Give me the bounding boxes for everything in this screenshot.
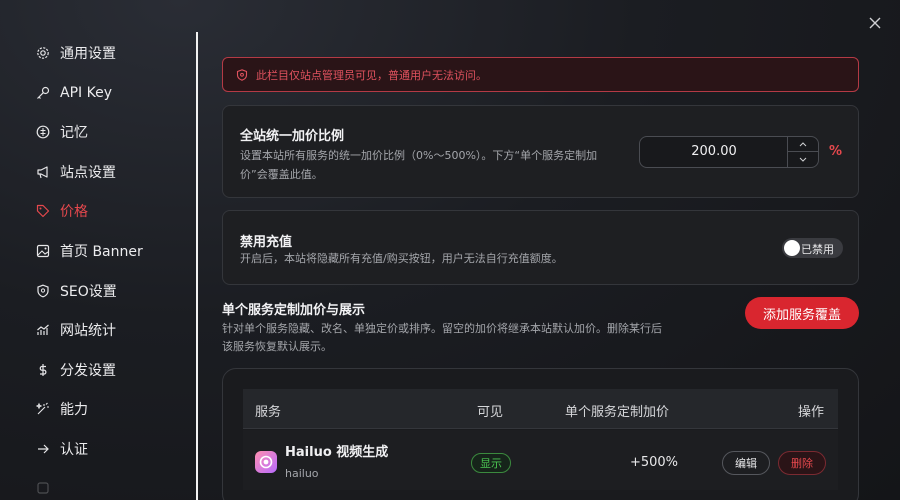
sidebar-item-pricing[interactable]: 价格 bbox=[36, 199, 88, 223]
service-name: Hailuo 视频生成 bbox=[285, 445, 389, 460]
overrides-table: 服务 可见 单个服务定制加价 操作 Hailuo 视频生成 hailuo 显示 … bbox=[222, 368, 859, 500]
markup-stepper[interactable] bbox=[787, 137, 818, 167]
global-markup-desc: 设置本站所有服务的统一加价比例（0%～500%）。下方“单个服务定制加价”会覆盖… bbox=[240, 149, 598, 181]
sidebar-item-stats[interactable]: 网站统计 bbox=[36, 318, 116, 342]
overrides-title: 单个服务定制加价与展示 bbox=[222, 303, 366, 318]
column-header-actions: 操作 bbox=[798, 405, 825, 420]
service-markup: +500% bbox=[629, 455, 678, 470]
image-icon bbox=[36, 244, 50, 258]
sidebar-item-label: 能力 bbox=[60, 402, 88, 418]
edit-button[interactable]: 编辑 bbox=[722, 451, 770, 475]
global-markup-input[interactable]: 200.00 bbox=[639, 136, 819, 168]
column-header-service: 服务 bbox=[255, 405, 282, 420]
toggle-knob bbox=[784, 240, 800, 256]
alert-text: 此栏目仅站点管理员可见，普通用户无法访问。 bbox=[256, 68, 487, 82]
sidebar-item-more[interactable] bbox=[36, 476, 60, 500]
arrow-right-icon bbox=[36, 442, 50, 456]
sidebar-item-label: 分发设置 bbox=[60, 363, 116, 379]
pricing-panel: 此栏目仅站点管理员可见，普通用户无法访问。 全站统一加价比例 设置本站所有服务的… bbox=[222, 0, 860, 500]
key-icon bbox=[36, 86, 50, 100]
delete-button[interactable]: 删除 bbox=[778, 451, 826, 475]
stepper-down-icon[interactable] bbox=[788, 152, 818, 167]
sidebar-item-label: 首页 Banner bbox=[60, 244, 143, 260]
admin-only-alert: 此栏目仅站点管理员可见，普通用户无法访问。 bbox=[222, 57, 859, 92]
disable-recharge-desc: 开启后，本站将隐藏所有充值/购买按钮，用户无法自行充值额度。 bbox=[240, 252, 563, 265]
percent-unit: % bbox=[829, 144, 843, 159]
more-icon bbox=[36, 481, 50, 495]
service-id: hailuo bbox=[285, 467, 319, 480]
sidebar-item-label: 价格 bbox=[60, 204, 88, 220]
global-markup-value[interactable]: 200.00 bbox=[640, 137, 788, 167]
shield-warning-icon bbox=[236, 68, 248, 81]
sidebar-item-label: API Key bbox=[60, 85, 112, 101]
hailuo-logo-icon bbox=[255, 451, 277, 473]
sidebar-item-label: 通用设置 bbox=[60, 46, 116, 62]
global-markup-title: 全站统一加价比例 bbox=[240, 129, 345, 144]
sidebar-item-memory[interactable]: 记忆 bbox=[36, 120, 88, 144]
sidebar-item-label: 网站统计 bbox=[60, 323, 116, 339]
close-icon[interactable] bbox=[864, 12, 886, 34]
add-override-button[interactable]: 添加服务覆盖 bbox=[745, 297, 859, 329]
chart-icon bbox=[36, 323, 50, 337]
column-header-visible: 可见 bbox=[477, 405, 504, 420]
sidebar-item-banner[interactable]: 首页 Banner bbox=[36, 239, 143, 263]
sidebar-item-label: 记忆 bbox=[60, 125, 88, 141]
disable-recharge-title: 禁用充值 bbox=[240, 235, 293, 250]
toggle-label: 已禁用 bbox=[801, 243, 834, 256]
table-row: Hailuo 视频生成 hailuo 显示 +500% 编辑 删除 bbox=[243, 430, 838, 490]
sidebar-item-label: 认证 bbox=[60, 442, 88, 458]
gear-icon bbox=[36, 46, 50, 60]
sidebar-item-seo[interactable]: SEO设置 bbox=[36, 279, 117, 303]
sidebar-item-distribution[interactable]: 分发设置 bbox=[36, 358, 116, 382]
memory-icon bbox=[36, 125, 50, 139]
table-header: 服务 可见 单个服务定制加价 操作 bbox=[243, 389, 838, 429]
settings-sidebar: 通用设置 API Key 记忆 站点设置 价格 首页 Banner SEO设置 … bbox=[0, 32, 198, 500]
tag-icon bbox=[36, 204, 50, 218]
sidebar-item-site-settings[interactable]: 站点设置 bbox=[36, 160, 116, 184]
global-markup-card: 全站统一加价比例 设置本站所有服务的统一加价比例（0%～500%）。下方“单个服… bbox=[222, 105, 859, 198]
stepper-up-icon[interactable] bbox=[788, 137, 818, 152]
sidebar-item-general[interactable]: 通用设置 bbox=[36, 41, 116, 65]
visible-badge: 显示 bbox=[471, 453, 511, 473]
column-header-markup: 单个服务定制加价 bbox=[565, 405, 670, 420]
shield-icon bbox=[36, 284, 50, 298]
sidebar-item-abilities[interactable]: 能力 bbox=[36, 397, 88, 421]
sidebar-item-api-key[interactable]: API Key bbox=[36, 81, 112, 105]
dollar-icon bbox=[36, 363, 50, 377]
disable-recharge-toggle[interactable]: 已禁用 bbox=[782, 238, 843, 258]
sidebar-item-label: SEO设置 bbox=[60, 284, 117, 300]
overrides-desc: 针对单个服务隐藏、改名、单独定价或排序。留空的加价将继承本站默认加价。删除某行后… bbox=[222, 322, 662, 353]
sidebar-item-label: 站点设置 bbox=[60, 165, 116, 181]
wand-icon bbox=[36, 402, 50, 416]
megaphone-icon bbox=[36, 165, 50, 179]
sidebar-item-auth[interactable]: 认证 bbox=[36, 437, 88, 461]
disable-recharge-card: 禁用充值 开启后，本站将隐藏所有充值/购买按钮，用户无法自行充值额度。 已禁用 bbox=[222, 210, 859, 285]
